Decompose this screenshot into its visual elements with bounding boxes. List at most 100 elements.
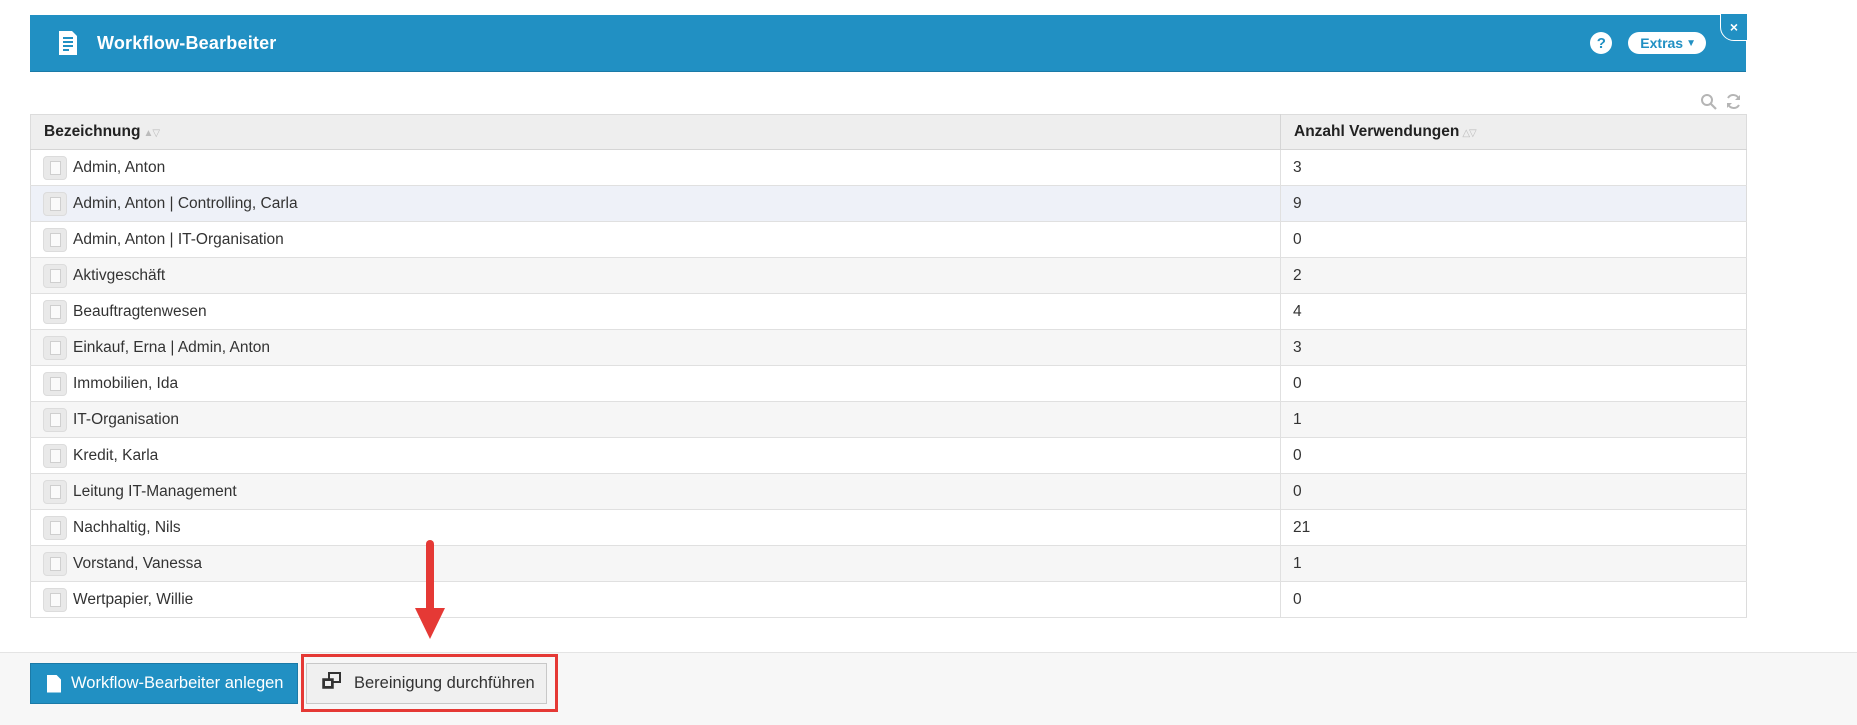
cell-content: Leitung IT-Management: [43, 479, 1268, 504]
row-name: Wertpapier, Willie: [73, 590, 194, 608]
document-icon[interactable]: [43, 335, 67, 360]
cell-anzahl: 21: [1280, 509, 1747, 546]
cell-content: Admin, Anton | IT-Organisation: [43, 227, 1268, 252]
cell-anzahl: 0: [1280, 365, 1747, 402]
create-workflow-editor-button[interactable]: Workflow-Bearbeiter anlegen: [30, 663, 298, 704]
cleanup-icon: [322, 672, 342, 695]
row-name: IT-Organisation: [73, 410, 179, 428]
row-name: Leitung IT-Management: [73, 482, 237, 500]
document-icon[interactable]: [43, 155, 67, 180]
cell-bezeichnung[interactable]: Nachhaltig, Nils: [30, 509, 1281, 546]
document-icon: [57, 30, 79, 56]
column-header-anzahl[interactable]: Anzahl Verwendungen △▽: [1280, 114, 1747, 150]
cell-bezeichnung[interactable]: Admin, Anton | IT-Organisation: [30, 221, 1281, 258]
cell-bezeichnung[interactable]: Beauftragtenwesen: [30, 293, 1281, 330]
refresh-icon[interactable]: [1725, 93, 1742, 110]
cell-anzahl: 4: [1280, 293, 1747, 330]
cell-anzahl: 3: [1280, 329, 1747, 366]
cell-bezeichnung[interactable]: Admin, Anton | Controlling, Carla: [30, 185, 1281, 222]
document-icon[interactable]: [43, 515, 67, 540]
column-header-bezeichnung[interactable]: Bezeichnung ▲▽: [30, 114, 1281, 150]
table-row[interactable]: Admin, Anton | IT-Organisation 0: [30, 221, 1747, 258]
document-sheet: [49, 484, 61, 499]
table-row[interactable]: Vorstand, Vanessa 1: [30, 545, 1747, 582]
row-name: Admin, Anton | IT-Organisation: [73, 230, 284, 248]
table-row[interactable]: Kredit, Karla 0: [30, 437, 1747, 474]
table-row[interactable]: IT-Organisation 1: [30, 401, 1747, 438]
row-name: Aktivgeschäft: [73, 266, 166, 284]
document-icon[interactable]: [43, 443, 67, 468]
document-icon[interactable]: [43, 299, 67, 324]
cell-content: Kredit, Karla: [43, 443, 1268, 468]
cleanup-button-label: Bereinigung durchführen: [354, 674, 535, 692]
cell-anzahl: 2: [1280, 257, 1747, 294]
cell-bezeichnung[interactable]: Admin, Anton: [30, 149, 1281, 186]
document-sheet: [49, 520, 61, 535]
document-sheet: [49, 340, 61, 355]
table-row[interactable]: Admin, Anton | Controlling, Carla 9: [30, 185, 1747, 222]
row-name: Vorstand, Vanessa: [73, 554, 202, 572]
file-icon: [47, 674, 61, 693]
sort-icon[interactable]: ▲▽: [143, 128, 160, 139]
table-row[interactable]: Einkauf, Erna | Admin, Anton 3: [30, 329, 1747, 366]
document-sheet: [49, 232, 61, 247]
cell-content: IT-Organisation: [43, 407, 1268, 432]
cleanup-button[interactable]: Bereinigung durchführen: [306, 663, 547, 704]
document-icon[interactable]: [43, 263, 67, 288]
cell-content: Einkauf, Erna | Admin, Anton: [43, 335, 1268, 360]
cell-bezeichnung[interactable]: Immobilien, Ida: [30, 365, 1281, 402]
table-row[interactable]: Admin, Anton 3: [30, 149, 1747, 186]
cell-bezeichnung[interactable]: IT-Organisation: [30, 401, 1281, 438]
table-row[interactable]: Wertpapier, Willie 0: [30, 581, 1747, 618]
cell-content: Admin, Anton: [43, 155, 1268, 180]
document-icon[interactable]: [43, 407, 67, 432]
document-icon[interactable]: [43, 479, 67, 504]
table-row[interactable]: Nachhaltig, Nils 21: [30, 509, 1747, 546]
cell-bezeichnung[interactable]: Einkauf, Erna | Admin, Anton: [30, 329, 1281, 366]
document-sheet: [49, 160, 61, 175]
row-name: Immobilien, Ida: [73, 374, 179, 392]
search-icon[interactable]: [1700, 93, 1717, 110]
document-icon[interactable]: [43, 551, 67, 576]
row-name: Beauftragtenwesen: [73, 302, 207, 320]
table-row[interactable]: Immobilien, Ida 0: [30, 365, 1747, 402]
cell-bezeichnung[interactable]: Aktivgeschäft: [30, 257, 1281, 294]
caret-down-icon: ▼: [1686, 37, 1696, 49]
document-icon[interactable]: [43, 587, 67, 612]
cell-anzahl: 0: [1280, 581, 1747, 618]
table-row[interactable]: Leitung IT-Management 0: [30, 473, 1747, 510]
cell-content: Aktivgeschäft: [43, 263, 1268, 288]
extras-menu-button[interactable]: Extras ▼: [1628, 32, 1706, 54]
document-icon[interactable]: [43, 191, 67, 216]
document-icon[interactable]: [43, 227, 67, 252]
create-button-label: Workflow-Bearbeiter anlegen: [71, 674, 284, 692]
row-name: Kredit, Karla: [73, 446, 159, 464]
annotation-arrow-icon: [414, 540, 446, 640]
cell-anzahl: 9: [1280, 185, 1747, 222]
cell-bezeichnung[interactable]: Vorstand, Vanessa: [30, 545, 1281, 582]
document-sheet: [49, 592, 61, 607]
cell-content: Nachhaltig, Nils: [43, 515, 1268, 540]
document-icon[interactable]: [43, 371, 67, 396]
document-sheet: [49, 556, 61, 571]
column-label: Bezeichnung: [44, 123, 141, 140]
document-sheet: [49, 448, 61, 463]
close-button[interactable]: ×: [1720, 13, 1748, 41]
row-name: Nachhaltig, Nils: [73, 518, 181, 536]
cell-anzahl: 1: [1280, 401, 1747, 438]
cell-bezeichnung[interactable]: Wertpapier, Willie: [30, 581, 1281, 618]
sort-icon[interactable]: △▽: [1462, 128, 1476, 139]
cell-anzahl: 0: [1280, 437, 1747, 474]
document-sheet: [49, 196, 61, 211]
document-sheet: [49, 412, 61, 427]
window-header: Workflow-Bearbeiter ? Extras ▼ ×: [30, 13, 1748, 72]
table-tools: [1700, 93, 1742, 110]
workflow-table: Bezeichnung ▲▽ Anzahl Verwendungen △▽ Admi…: [30, 114, 1747, 618]
help-button[interactable]: ?: [1590, 32, 1613, 54]
table-row[interactable]: Aktivgeschäft 2: [30, 257, 1747, 294]
cell-content: Vorstand, Vanessa: [43, 551, 1268, 576]
cell-bezeichnung[interactable]: Leitung IT-Management: [30, 473, 1281, 510]
cell-anzahl: 0: [1280, 221, 1747, 258]
table-row[interactable]: Beauftragtenwesen 4: [30, 293, 1747, 330]
cell-bezeichnung[interactable]: Kredit, Karla: [30, 437, 1281, 474]
